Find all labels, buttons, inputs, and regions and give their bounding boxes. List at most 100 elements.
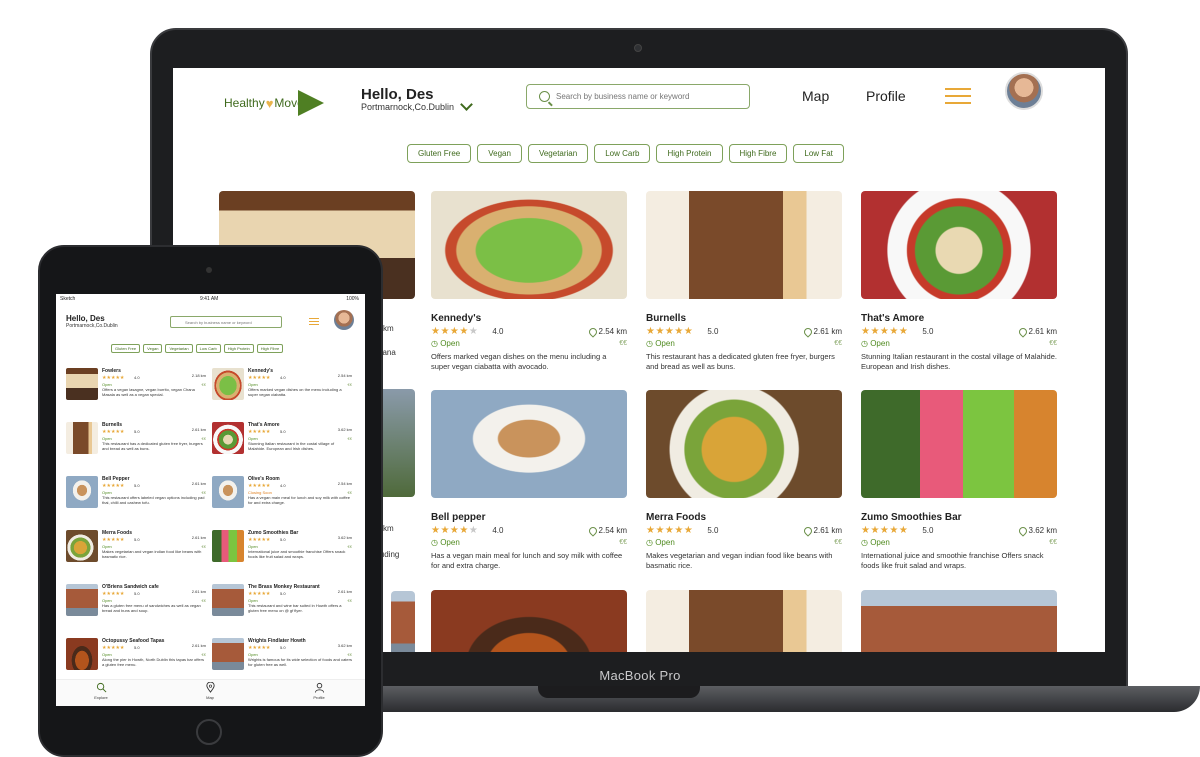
distance-value: 2.61 km xyxy=(191,481,206,486)
distance-value: 2.54 km xyxy=(337,373,352,378)
rating-value: 5.0 xyxy=(922,526,934,535)
price-level: €€ xyxy=(619,539,627,546)
nav-profile[interactable]: Profile xyxy=(866,88,906,104)
filter-vegetarian[interactable]: Vegetarian xyxy=(527,144,589,163)
restaurant-photo xyxy=(66,368,98,400)
restaurant-card[interactable]: Merra Foods ★★★★★ 5.0 2.61 km Open €€ Ma… xyxy=(66,530,206,578)
restaurant-card[interactable]: That's Amore ★★★★★ 5.0 3.62 km Open €€ S… xyxy=(212,422,352,470)
restaurant-name[interactable]: O'Briens Sandwich cafe xyxy=(102,584,159,590)
star-rating: ★★★★★ xyxy=(102,429,125,435)
filter-high-protein[interactable]: High Protein xyxy=(656,144,723,163)
restaurant-photo xyxy=(646,390,842,498)
restaurant-name[interactable]: Octopussy Seafood Tapas xyxy=(102,638,164,644)
star-rating: ★★★★★ xyxy=(646,525,694,536)
filter-gluten-free[interactable]: Gluten Free xyxy=(407,144,472,163)
filter-menu-icon[interactable] xyxy=(309,318,319,327)
restaurant-photo xyxy=(212,476,244,508)
restaurant-card[interactable]: Burnells ★★★★★ 5.0 2.61 km ◷ Open €€ Thi… xyxy=(646,191,842,372)
heart-icon: ♥ xyxy=(265,95,274,111)
restaurant-photo xyxy=(212,530,244,562)
tab-map[interactable]: Map xyxy=(190,682,230,700)
avatar[interactable] xyxy=(1005,72,1043,110)
restaurant-name[interactable]: Merra Foods xyxy=(102,530,132,536)
restaurant-name[interactable]: That's Amore xyxy=(248,422,280,428)
filter-low-carb[interactable]: Low Carb xyxy=(594,144,651,163)
restaurant-name[interactable]: Bell Pepper xyxy=(102,476,130,482)
filter-chips: Gluten Free Vegan Vegetarian Low Carb Hi… xyxy=(407,144,844,163)
rating-value: 5.0 xyxy=(134,537,140,542)
location-pin-icon xyxy=(1016,325,1029,338)
star-rating: ★★★★★ xyxy=(431,525,479,536)
restaurant-card[interactable]: Olive's Room ★★★★★ 4.0 2.54 km Closing S… xyxy=(212,476,352,524)
restaurant-photo xyxy=(212,422,244,454)
restaurant-card[interactable] xyxy=(861,590,1057,652)
restaurant-card[interactable]: The Brass Monkey Restaurant ★★★★★ 5.0 2.… xyxy=(212,584,352,632)
restaurant-name[interactable]: Fowlers xyxy=(102,368,121,374)
tab-profile[interactable]: Profile xyxy=(299,682,339,700)
restaurant-card[interactable]: Kennedy's ★★★★★ 4.0 2.54 km Open €€ Offe… xyxy=(212,368,352,416)
filter-high-fibre[interactable]: High Fibre xyxy=(728,144,788,163)
restaurant-name[interactable]: Burnells xyxy=(646,313,842,324)
restaurant-name[interactable]: Zumo Smoothies Bar xyxy=(861,512,1057,523)
restaurant-name[interactable]: Olive's Room xyxy=(248,476,280,482)
location-text[interactable]: Portmarnock,Co.Dublin xyxy=(66,323,118,329)
open-status: ◷ Open xyxy=(431,339,460,348)
restaurant-card[interactable]: Bell pepper ★★★★★ 4.0 2.54 km ◷ Open €€ … xyxy=(431,390,627,571)
restaurant-name[interactable]: That's Amore xyxy=(861,313,1057,324)
filter-low-carb[interactable]: Low Carb xyxy=(195,344,221,353)
restaurant-description: Along the pier in Howth, North Dublin th… xyxy=(102,657,204,668)
filter-high-protein[interactable]: High Protein xyxy=(223,344,254,353)
restaurant-card[interactable] xyxy=(646,590,842,652)
restaurant-card[interactable]: Zumo Smoothies Bar ★★★★★ 5.0 3.62 km Ope… xyxy=(212,530,352,578)
rating-value: 5.0 xyxy=(280,645,286,650)
restaurant-description: This restaurant has a dedicated gluten f… xyxy=(646,352,835,372)
restaurant-name[interactable]: Zumo Smoothies Bar xyxy=(248,530,298,536)
restaurant-name[interactable]: Burnells xyxy=(102,422,122,428)
app-logo[interactable]: Healthy ♥ Move xyxy=(224,90,324,116)
location-selector[interactable]: Portmarnock,Co.Dublin xyxy=(361,98,473,112)
filter-vegetarian[interactable]: Vegetarian xyxy=(165,344,193,353)
price-level: €€ xyxy=(619,340,627,347)
filter-menu-icon[interactable] xyxy=(945,88,971,108)
arrow-icon xyxy=(297,90,324,116)
filter-vegan[interactable]: Vegan xyxy=(477,144,522,163)
restaurant-name[interactable]: Kennedy's xyxy=(431,313,627,324)
chevron-down-icon[interactable] xyxy=(460,98,473,111)
search-bar[interactable] xyxy=(526,84,750,109)
filter-low-fat[interactable]: Low Fat xyxy=(793,144,844,163)
tab-explore[interactable]: Explore xyxy=(81,682,121,700)
distance: 2.54 km xyxy=(586,524,627,537)
restaurant-card[interactable]: Bell Pepper ★★★★★ 5.0 2.61 km Open €€ Th… xyxy=(66,476,206,524)
restaurant-description: Makes vegetarian and vegan indian food l… xyxy=(102,549,202,560)
restaurant-card[interactable]: Burnells ★★★★★ 5.0 2.61 km Open €€ This … xyxy=(66,422,206,470)
nav-map[interactable]: Map xyxy=(802,88,829,104)
restaurant-name[interactable]: The Brass Monkey Restaurant xyxy=(248,584,320,590)
status-bar: Sketch 9:41 AM 100% xyxy=(56,294,365,304)
rating-value: 4.0 xyxy=(492,327,504,336)
laptop-camera xyxy=(634,44,642,52)
restaurant-card[interactable]: Merra Foods ★★★★★ 5.0 2.61 km ◷ Open €€ … xyxy=(646,390,842,571)
filter-gluten-free[interactable]: Gluten Free xyxy=(111,344,141,353)
restaurant-name[interactable]: Wrights Findlater Howth xyxy=(248,638,306,644)
greeting: Hello, Des xyxy=(66,314,105,323)
star-rating: ★★★★★ xyxy=(248,537,271,543)
search-input[interactable]: Search by business name or keyword xyxy=(170,316,282,328)
restaurant-card[interactable]: Kennedy's ★★★★★ 4.0 2.54 km ◷ Open €€ Of… xyxy=(431,191,627,372)
restaurant-card[interactable]: Fowlers ★★★★★ 4.0 2.18 km Open €€ Offers… xyxy=(66,368,206,416)
filter-high-fibre[interactable]: High Fibre xyxy=(256,344,284,353)
avatar[interactable] xyxy=(334,310,354,330)
search-input[interactable] xyxy=(556,92,736,101)
restaurant-name[interactable]: Merra Foods xyxy=(646,512,842,523)
restaurant-card[interactable]: O'Briens Sandwich cafe ★★★★★ 5.0 2.61 km… xyxy=(66,584,206,632)
tablet-home-button[interactable] xyxy=(196,719,222,745)
restaurant-name[interactable]: Bell pepper xyxy=(431,512,627,523)
tab-label: Map xyxy=(206,695,214,700)
restaurant-card[interactable]: That's Amore ★★★★★ 5.0 2.61 km ◷ Open €€… xyxy=(861,191,1057,372)
location-pin-icon xyxy=(801,524,814,537)
restaurant-name[interactable]: Kennedy's xyxy=(248,368,273,374)
filter-vegan[interactable]: Vegan xyxy=(143,344,163,353)
restaurant-card[interactable]: Zumo Smoothies Bar ★★★★★ 5.0 3.62 km ◷ O… xyxy=(861,390,1057,571)
restaurant-card[interactable] xyxy=(431,590,627,652)
restaurant-photo xyxy=(861,390,1057,498)
restaurant-description: Has a gluten free menu of sandwiches as … xyxy=(102,603,201,614)
